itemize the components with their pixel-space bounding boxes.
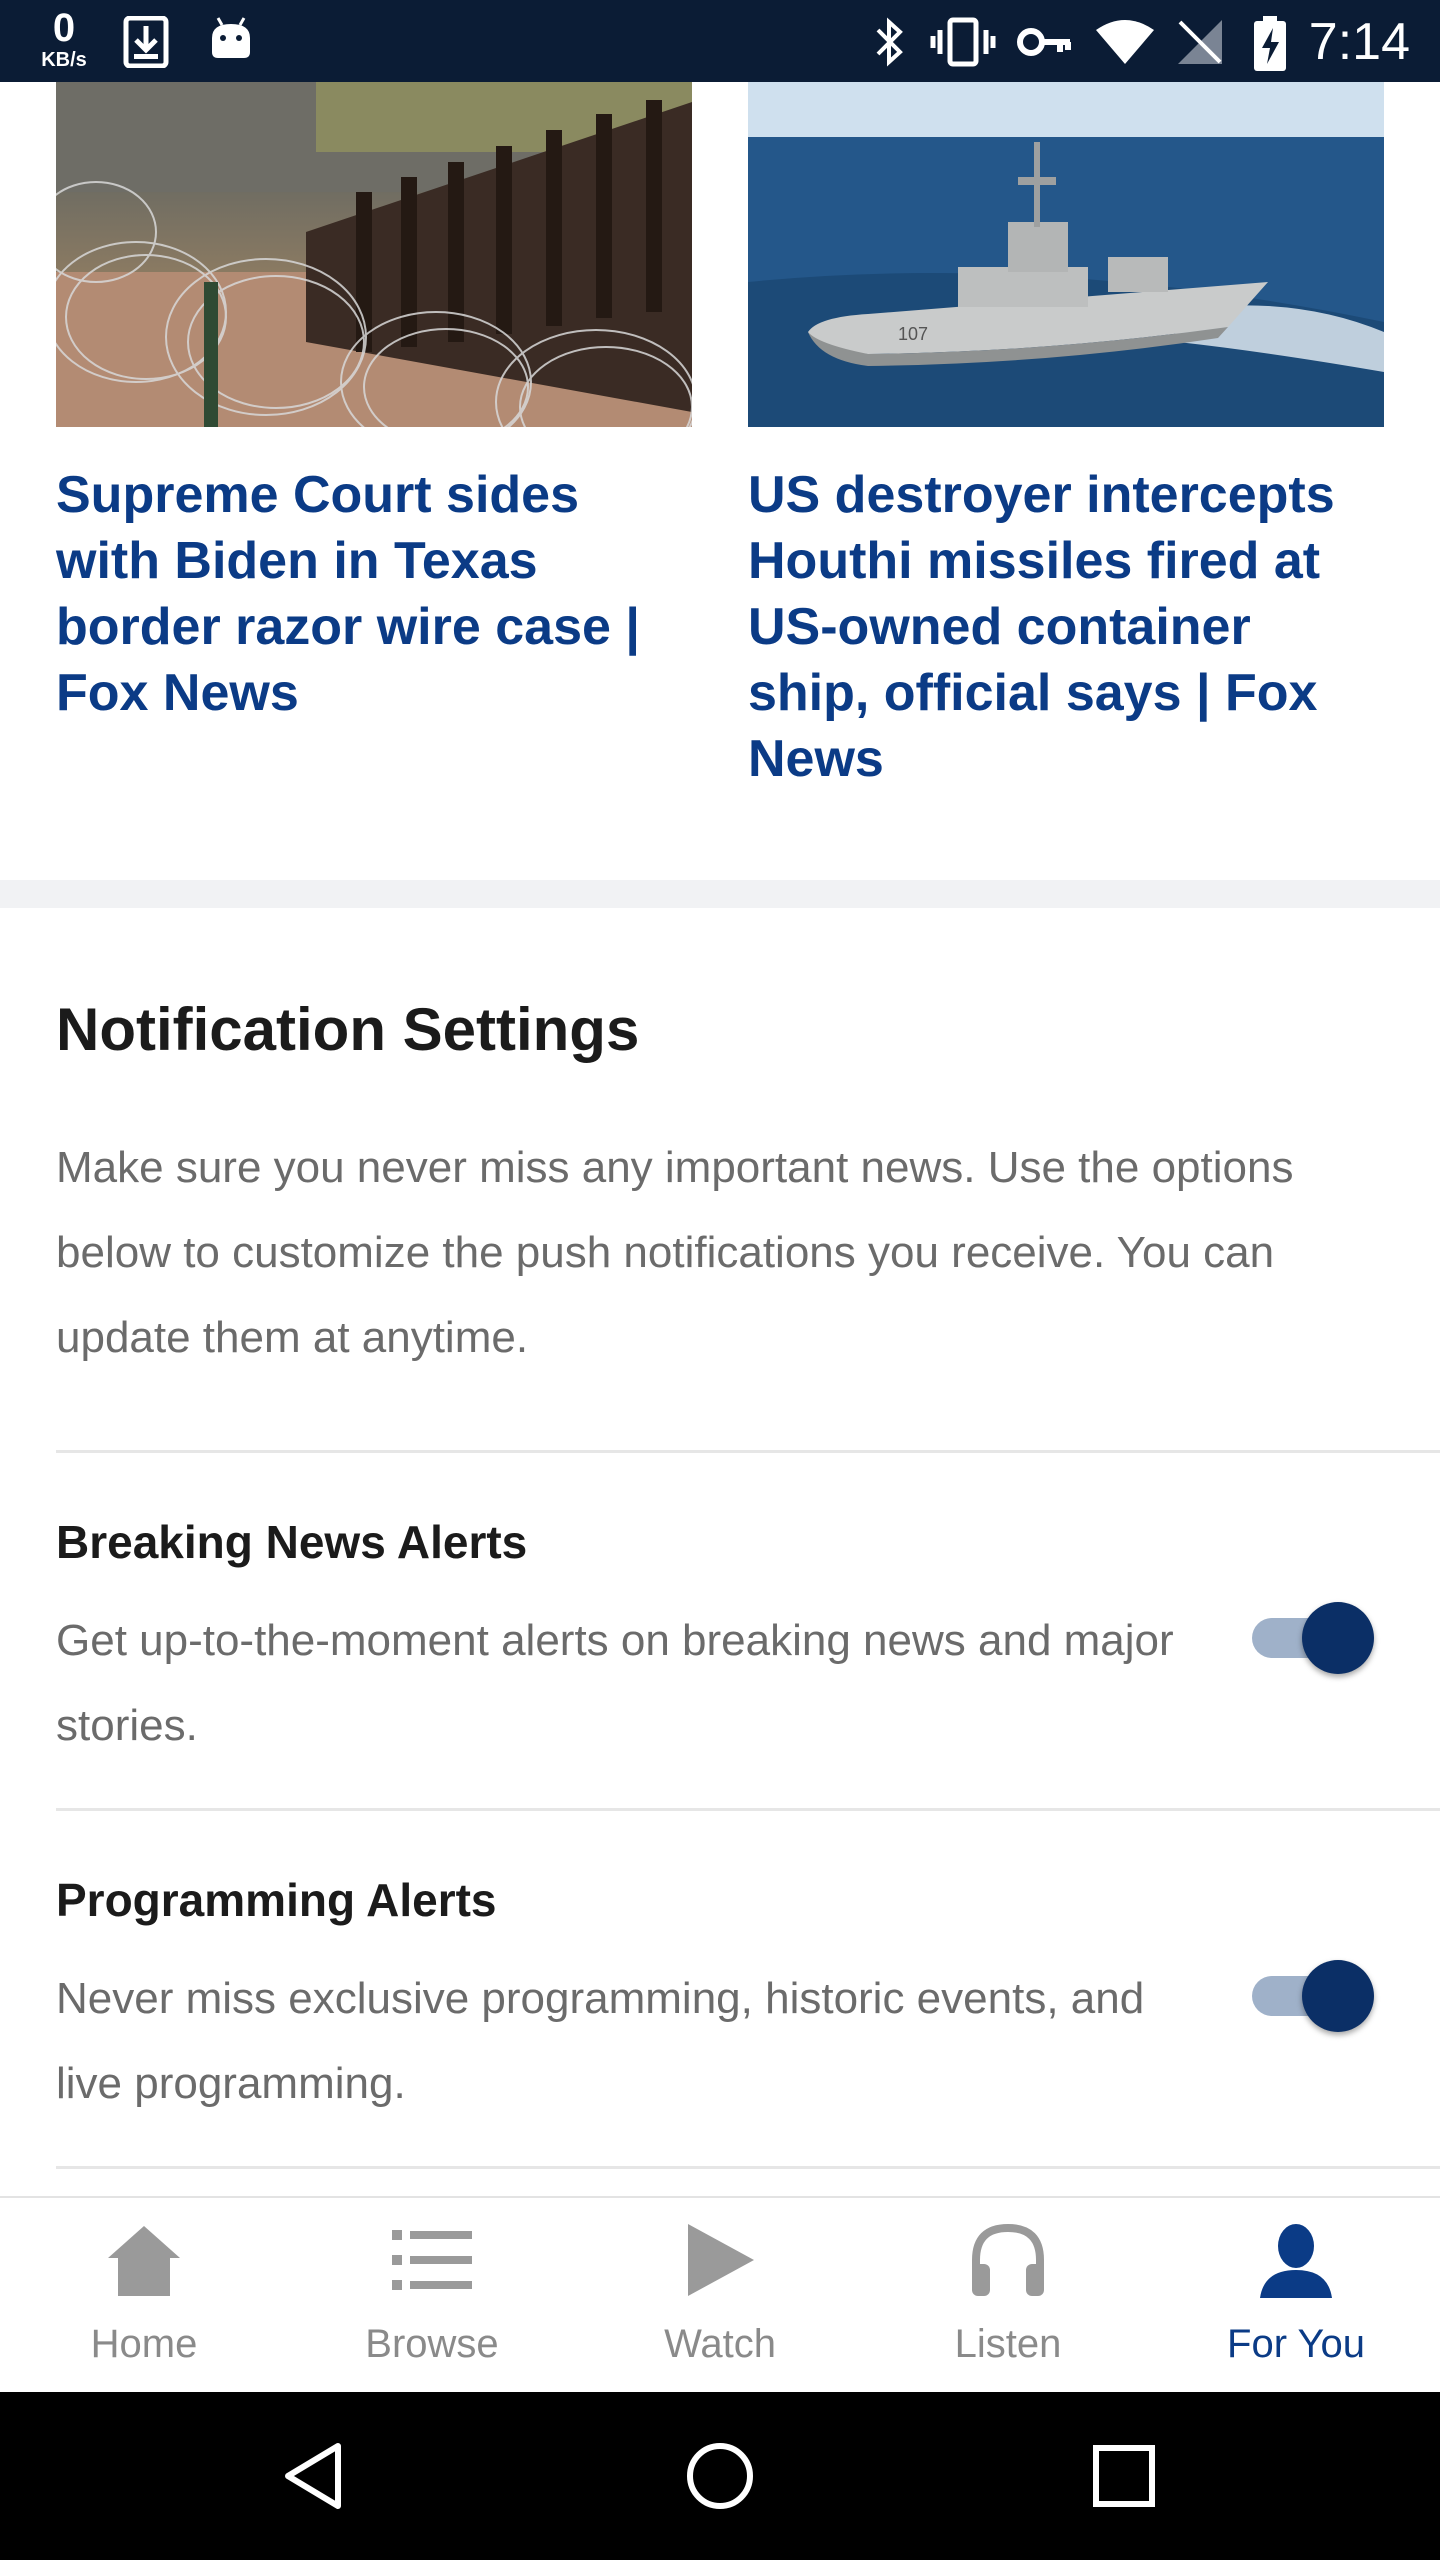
razor-wire-border-photo (56, 82, 692, 427)
section-description: Make sure you never miss any important n… (56, 1143, 1294, 1362)
section-divider (0, 880, 1440, 908)
nav-item-for-you[interactable]: For You (1152, 2198, 1440, 2394)
home-circle-icon[interactable] (680, 2436, 760, 2516)
nav-label: For You (1227, 2322, 1365, 2366)
headphones-icon (972, 2223, 1044, 2296)
network-speed-unit: KB/s (41, 49, 87, 71)
play-icon (688, 2224, 754, 2296)
system-navigation-bar (0, 2392, 1440, 2560)
vibrate-icon (930, 17, 996, 67)
svg-text:107: 107 (898, 324, 928, 344)
person-icon (1260, 2224, 1332, 2298)
battery-charging-icon (1254, 16, 1286, 71)
toggle-thumb (1302, 1960, 1374, 2032)
setting-title-programming: Programming Alerts (56, 1874, 497, 1926)
nav-item-browse[interactable]: Browse (288, 2198, 576, 2394)
navy-destroyer-photo: 107 (748, 82, 1384, 427)
bottom-navigation: Home Browse Watch Listen For You (0, 2196, 1440, 2394)
section-title: Notification Settings (56, 996, 640, 1063)
divider (56, 1808, 1440, 1811)
article-headline[interactable]: US destroyer intercepts Houthi missiles … (748, 462, 1384, 792)
divider (56, 1450, 1440, 1453)
nav-label: Watch (664, 2322, 776, 2366)
wifi-icon (1096, 20, 1154, 64)
vpn-key-icon (1017, 28, 1071, 56)
toggle-thumb (1302, 1602, 1374, 1674)
network-speed-value: 0 (52, 6, 76, 50)
breaking-news-toggle[interactable] (1252, 1598, 1374, 1674)
article-image-destroyer[interactable]: 107 (748, 82, 1384, 427)
nav-label: Home (90, 2322, 198, 2366)
network-speed: 0 KB/s (34, 8, 94, 70)
clock: 7:14 (1308, 13, 1410, 71)
nav-label: Browse (365, 2322, 499, 2366)
setting-title-breaking-news: Breaking News Alerts (56, 1516, 528, 1568)
bluetooth-icon (876, 17, 903, 67)
setting-description-programming: Never miss exclusive programming, histor… (56, 1974, 1145, 2108)
divider (56, 2166, 1440, 2169)
status-bar: 0 KB/s 7:14 (0, 0, 1440, 82)
article-headline[interactable]: Supreme Court sides with Biden in Texas … (56, 462, 692, 726)
nav-item-home[interactable]: Home (0, 2198, 288, 2394)
recents-icon[interactable] (1084, 2436, 1164, 2516)
list-icon (392, 2230, 472, 2290)
no-signal-icon (1178, 20, 1222, 64)
article-image-razor-wire[interactable] (56, 82, 692, 427)
nav-item-listen[interactable]: Listen (864, 2198, 1152, 2394)
android-icon (212, 17, 250, 58)
setting-description-breaking-news: Get up-to-the-moment alerts on breaking … (56, 1616, 1174, 1750)
nav-label: Listen (954, 2322, 1062, 2366)
programming-alerts-toggle[interactable] (1252, 1956, 1374, 2032)
back-icon[interactable] (276, 2436, 356, 2516)
download-icon (123, 16, 169, 68)
home-icon (108, 2226, 180, 2296)
nav-item-watch[interactable]: Watch (576, 2198, 864, 2394)
